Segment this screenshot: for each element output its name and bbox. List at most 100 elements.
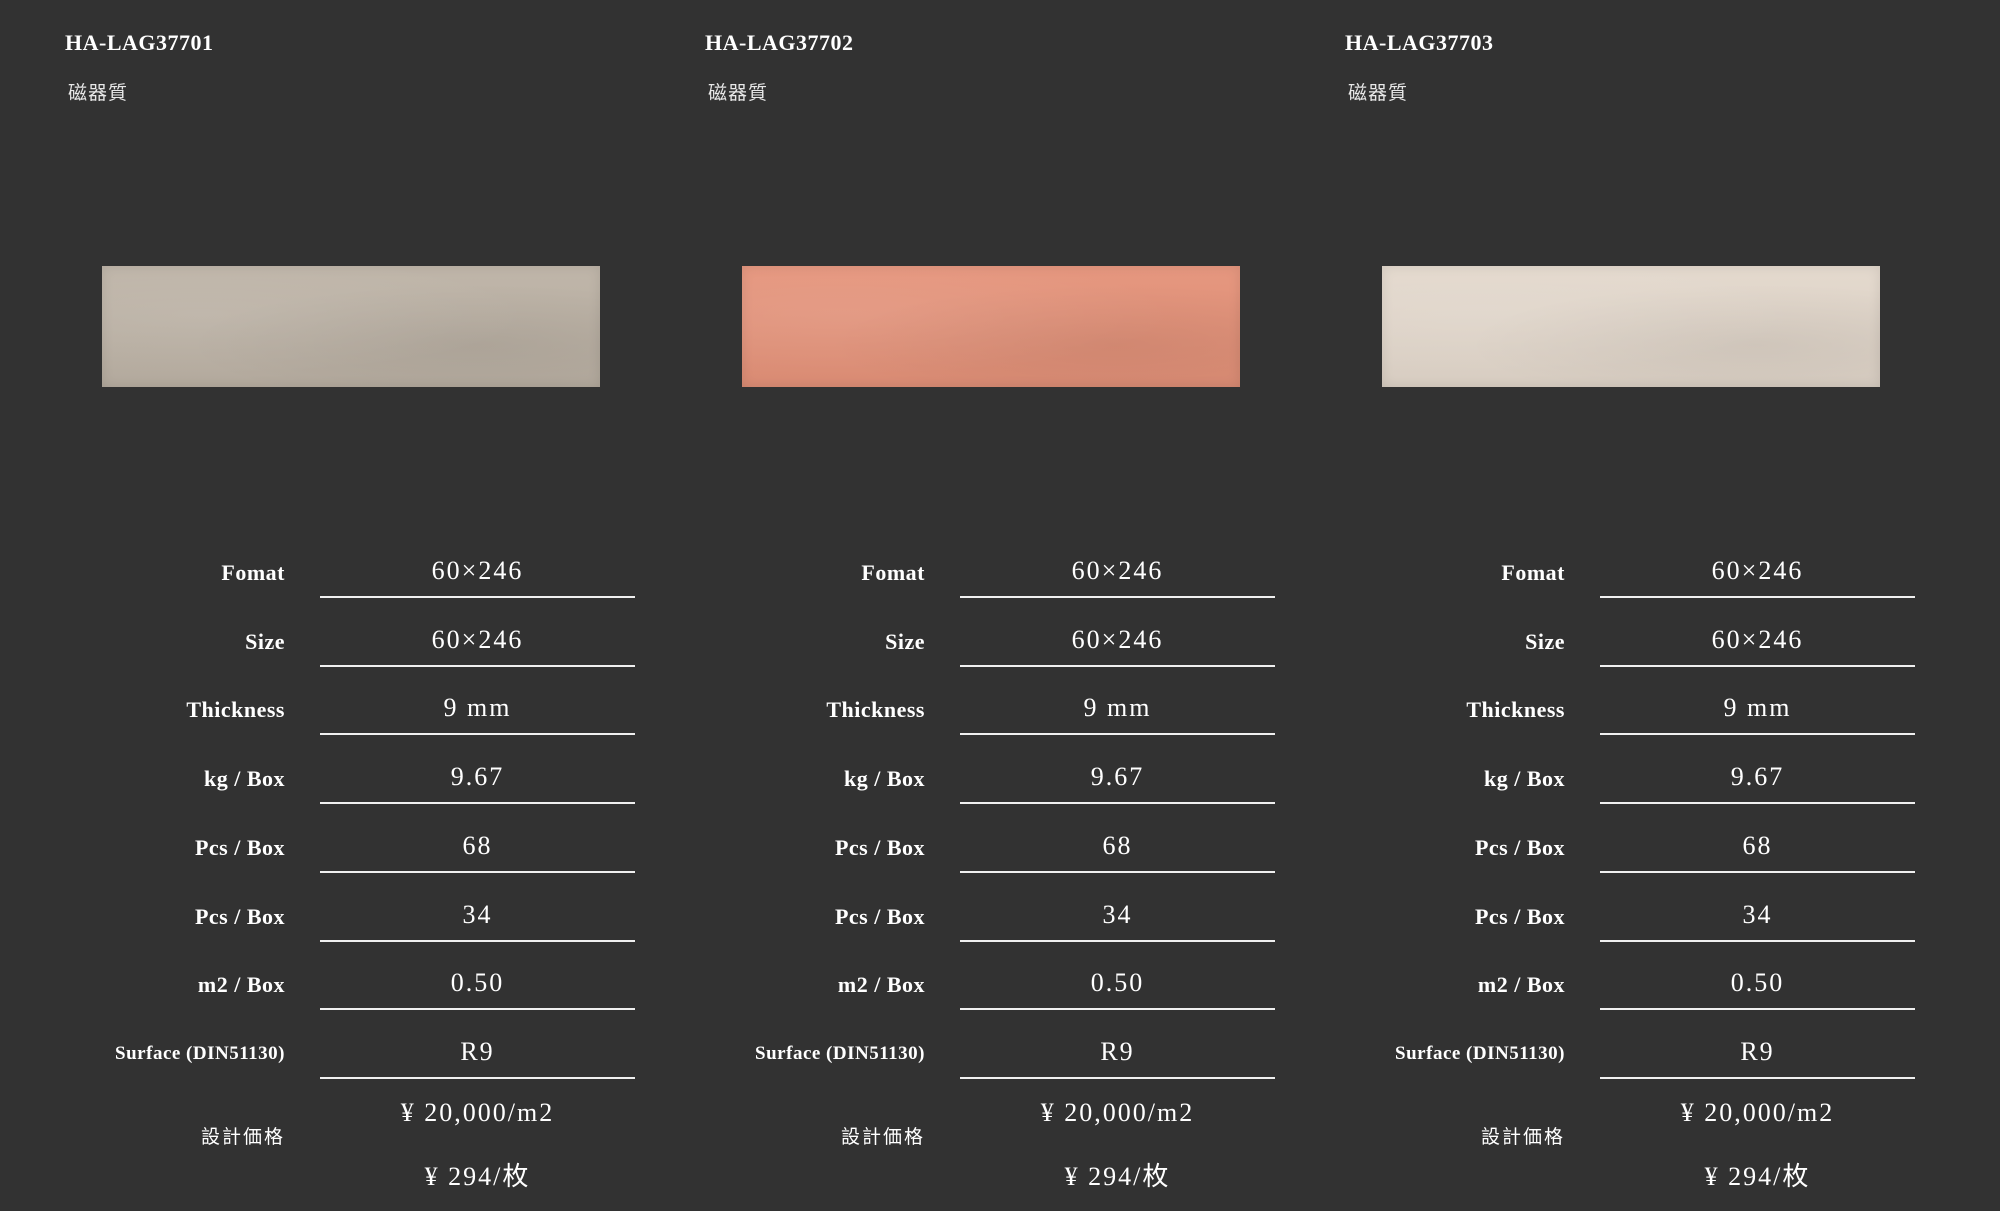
spec-row-size: Size 60×246	[640, 615, 1280, 675]
spec-value-m2-box: 0.50	[1730, 968, 1785, 997]
price-per-piece: ¥ 294/枚	[1704, 1162, 1811, 1191]
spec-row-pcs-box: Pcs / Box 68	[640, 821, 1280, 881]
spec-label-format: Fomat	[1501, 560, 1565, 585]
spec-value-thickness: 9 mm	[1083, 693, 1152, 722]
spec-value-pcs-box: 68	[1742, 831, 1773, 860]
spec-label-size: Size	[1525, 629, 1565, 654]
spec-row-surface: Surface (DIN51130) R9	[640, 1027, 1280, 1087]
spec-value-size: 60×246	[431, 625, 524, 654]
spec-label-pcs-box: Pcs / Box	[194, 835, 285, 860]
product-card-2: HA-LAG37702 磁器質 Fomat 60×246 Size 60×246…	[640, 0, 1280, 1211]
spec-divider	[320, 1077, 635, 1079]
product-card-1: HA-LAG37701 磁器質 Fomat 60×246 Size 60×246…	[0, 0, 640, 1211]
spec-label-size: Size	[245, 629, 285, 654]
spec-label-m2-box: m2 / Box	[837, 972, 925, 997]
spec-divider	[320, 665, 635, 667]
price-label: 設計価格	[840, 1126, 925, 1148]
spec-divider	[960, 871, 1275, 873]
spec-divider	[320, 733, 635, 735]
spec-row-thickness: Thickness 9 mm	[640, 683, 1280, 743]
spec-divider	[1600, 596, 1915, 598]
spec-label-m2-box: m2 / Box	[1477, 972, 1565, 997]
price-label: 設計価格	[200, 1126, 285, 1148]
spec-label-format: Fomat	[221, 560, 285, 585]
spec-divider	[320, 940, 635, 942]
spec-label-pcs-box: Pcs / Box	[834, 835, 925, 860]
price-label: 設計価格	[1480, 1126, 1565, 1148]
spec-row-format: Fomat 60×246	[640, 546, 1280, 606]
spec-row-pcs-box-2: Pcs / Box 34	[0, 890, 640, 950]
spec-label-pcs-box: Pcs / Box	[1474, 835, 1565, 860]
spec-divider	[960, 1008, 1275, 1010]
spec-label-size: Size	[885, 629, 925, 654]
spec-label-kg-box: kg / Box	[1483, 766, 1565, 791]
spec-value-size: 60×246	[1711, 625, 1804, 654]
spec-row-m2-box: m2 / Box 0.50	[640, 958, 1280, 1018]
spec-divider	[960, 1077, 1275, 1079]
spec-divider	[320, 871, 635, 873]
spec-row-format: Fomat 60×246	[1280, 546, 1920, 606]
product-card-3: HA-LAG37703 磁器質 Fomat 60×246 Size 60×246…	[1280, 0, 1920, 1211]
spec-row-kg-box: kg / Box 9.67	[640, 752, 1280, 812]
spec-label-m2-box: m2 / Box	[197, 972, 285, 997]
product-code: HA-LAG37702	[705, 30, 854, 55]
product-material: 磁器質	[68, 82, 129, 104]
product-material: 磁器質	[1348, 82, 1409, 104]
tile-swatch-image	[742, 266, 1240, 387]
spec-value-surface: R9	[460, 1037, 495, 1066]
spec-divider	[960, 733, 1275, 735]
spec-row-m2-box: m2 / Box 0.50	[0, 958, 640, 1018]
spec-value-pcs-box: 68	[462, 831, 493, 860]
price-per-piece: ¥ 294/枚	[1064, 1162, 1171, 1191]
spec-row-kg-box: kg / Box 9.67	[0, 752, 640, 812]
spec-divider	[960, 940, 1275, 942]
spec-divider	[1600, 733, 1915, 735]
spec-divider	[1600, 1008, 1915, 1010]
spec-row-thickness: Thickness 9 mm	[0, 683, 640, 743]
spec-divider	[320, 1008, 635, 1010]
spec-value-surface: R9	[1100, 1037, 1135, 1066]
spec-divider	[960, 596, 1275, 598]
spec-label-thickness: Thickness	[186, 697, 285, 722]
spec-label-kg-box: kg / Box	[203, 766, 285, 791]
spec-row-pcs-box-2: Pcs / Box 34	[640, 890, 1280, 950]
spec-value-format: 60×246	[431, 556, 524, 585]
spec-label-pcs-box-2: Pcs / Box	[834, 904, 925, 929]
spec-label-format: Fomat	[861, 560, 925, 585]
spec-divider	[1600, 940, 1915, 942]
price-per-m2: ¥ 20,000/m2	[400, 1098, 555, 1127]
spec-value-m2-box: 0.50	[450, 968, 505, 997]
spec-divider	[320, 802, 635, 804]
spec-value-size: 60×246	[1071, 625, 1164, 654]
spec-value-kg-box: 9.67	[1730, 762, 1785, 791]
spec-row-pcs-box: Pcs / Box 68	[1280, 821, 1920, 881]
spec-value-format: 60×246	[1071, 556, 1164, 585]
price-per-piece: ¥ 294/枚	[424, 1162, 531, 1191]
spec-row-surface: Surface (DIN51130) R9	[1280, 1027, 1920, 1087]
spec-value-kg-box: 9.67	[1090, 762, 1145, 791]
spec-row-size: Size 60×246	[0, 615, 640, 675]
spec-value-surface: R9	[1740, 1037, 1775, 1066]
spec-value-pcs-box-2: 34	[1102, 900, 1133, 929]
spec-value-thickness: 9 mm	[1723, 693, 1792, 722]
spec-row-m2-box: m2 / Box 0.50	[1280, 958, 1920, 1018]
spec-divider	[960, 665, 1275, 667]
spec-row-size: Size 60×246	[1280, 615, 1920, 675]
price-per-m2: ¥ 20,000/m2	[1680, 1098, 1835, 1127]
spec-value-pcs-box-2: 34	[462, 900, 493, 929]
spec-value-format: 60×246	[1711, 556, 1804, 585]
spec-label-surface: Surface (DIN51130)	[755, 1043, 925, 1064]
spec-divider	[1600, 802, 1915, 804]
tile-swatch-image	[102, 266, 600, 387]
spec-label-pcs-box-2: Pcs / Box	[1474, 904, 1565, 929]
product-code: HA-LAG37701	[65, 30, 214, 55]
spec-divider	[1600, 871, 1915, 873]
price-per-m2: ¥ 20,000/m2	[1040, 1098, 1195, 1127]
spec-divider	[320, 596, 635, 598]
spec-label-pcs-box-2: Pcs / Box	[194, 904, 285, 929]
spec-label-thickness: Thickness	[1466, 697, 1565, 722]
spec-value-pcs-box-2: 34	[1742, 900, 1773, 929]
spec-value-m2-box: 0.50	[1090, 968, 1145, 997]
product-code: HA-LAG37703	[1345, 30, 1494, 55]
spec-divider	[1600, 665, 1915, 667]
